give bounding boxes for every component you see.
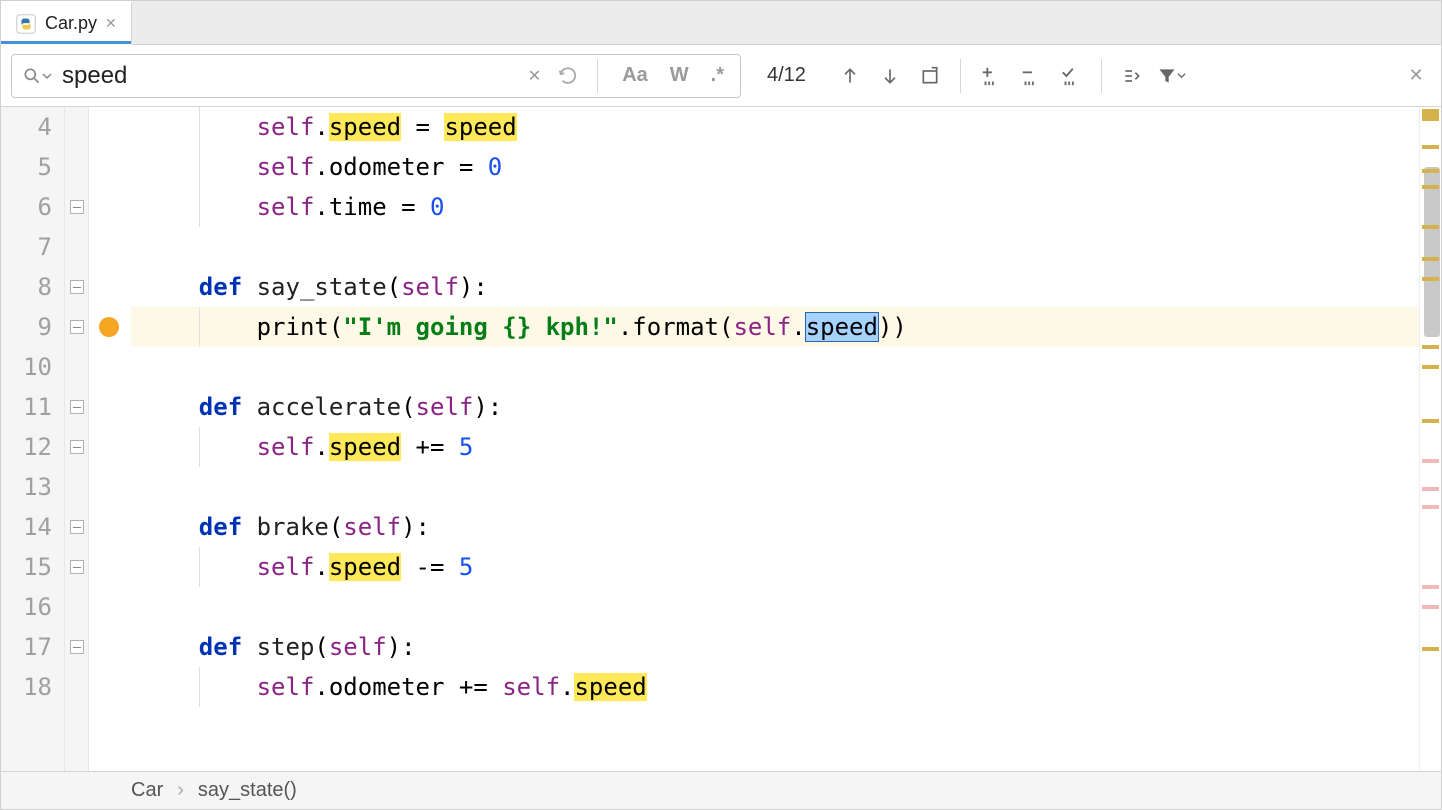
line-number: 7 [1,227,52,267]
marker-match[interactable] [1422,257,1439,261]
code-line[interactable] [131,227,1419,267]
line-number: 14 [1,507,52,547]
line-number: 4 [1,107,52,147]
code-editor[interactable]: 456789101112131415161718 self.speed = sp… [1,107,1441,771]
code-line[interactable]: self.speed = speed [131,107,1419,147]
tab-bar: Car.py ✕ [1,1,1441,45]
toggle-filter-panel-icon[interactable] [1114,58,1150,94]
clear-search-icon[interactable]: ✕ [528,66,541,86]
marker-match[interactable] [1422,647,1439,651]
search-match: speed [806,313,878,341]
code-area[interactable]: self.speed = speed self.odometer = 0 sel… [131,107,1419,771]
match-count: 4/12 [745,64,828,87]
line-number: 17 [1,627,52,667]
add-selection-icon[interactable] [973,58,1009,94]
code-line[interactable]: def step(self): [131,627,1419,667]
search-match: speed [329,113,401,141]
fold-gutter[interactable] [65,107,89,771]
scrollbar-thumb[interactable] [1424,167,1440,337]
code-line[interactable]: def accelerate(self): [131,387,1419,427]
marker-warning[interactable] [1422,585,1439,589]
select-all-icon[interactable] [1053,58,1089,94]
search-match: speed [444,113,516,141]
search-match: speed [329,433,401,461]
marker-warning[interactable] [1422,459,1439,463]
code-line[interactable]: self.odometer += self.speed [131,667,1419,707]
line-number: 9 [1,307,52,347]
chevron-right-icon: › [177,779,184,802]
python-file-icon [15,13,37,35]
line-number: 18 [1,667,52,707]
code-line[interactable]: def say_state(self): [131,267,1419,307]
marker-warning[interactable] [1422,505,1439,509]
fold-handle-icon[interactable] [70,560,84,574]
marker-warning[interactable] [1422,487,1439,491]
breadcrumb-bar: Car › say_state() [1,771,1441,809]
marker-match[interactable] [1422,225,1439,229]
select-all-occurrences-icon[interactable] [912,58,948,94]
intention-bulb-icon[interactable] [99,317,119,337]
code-line[interactable] [131,347,1419,387]
search-icon[interactable] [22,66,52,86]
marker-match[interactable] [1422,109,1439,121]
line-number: 12 [1,427,52,467]
line-number: 10 [1,347,52,387]
search-input-wrap: ✕ Aa W .* [11,54,741,98]
remove-selection-icon[interactable] [1013,58,1049,94]
editor-tab[interactable]: Car.py ✕ [1,1,132,45]
line-number: 13 [1,467,52,507]
tab-filename: Car.py [45,13,97,34]
match-case-toggle[interactable]: Aa [616,64,654,87]
breadcrumb-item[interactable]: say_state() [198,779,297,802]
find-bar: ✕ Aa W .* 4/12 ✕ [1,45,1441,107]
fold-handle-icon[interactable] [70,200,84,214]
search-match: speed [574,673,646,701]
breadcrumb-item[interactable]: Car [131,779,163,802]
fold-handle-icon[interactable] [70,520,84,534]
code-line[interactable] [131,467,1419,507]
marker-match[interactable] [1422,345,1439,349]
line-number: 15 [1,547,52,587]
marker-warning[interactable] [1422,605,1439,609]
fold-handle-icon[interactable] [70,440,84,454]
fold-handle-icon[interactable] [70,320,84,334]
code-line[interactable]: print("I'm going {} kph!".format(self.sp… [131,307,1419,347]
next-match-icon[interactable] [872,58,908,94]
fold-handle-icon[interactable] [70,640,84,654]
marker-match[interactable] [1422,277,1439,281]
code-line[interactable]: self.odometer = 0 [131,147,1419,187]
code-line[interactable] [131,587,1419,627]
filter-icon[interactable] [1154,58,1190,94]
marker-match[interactable] [1422,185,1439,189]
marker-strip[interactable] [1419,107,1441,771]
search-match: speed [329,553,401,581]
prev-match-icon[interactable] [832,58,868,94]
line-number: 8 [1,267,52,307]
line-number-gutter: 456789101112131415161718 [1,107,65,771]
search-history-icon[interactable] [557,65,579,87]
code-line[interactable]: self.speed -= 5 [131,547,1419,587]
line-number: 6 [1,187,52,227]
line-number: 11 [1,387,52,427]
close-tab-icon[interactable]: ✕ [105,15,117,32]
marker-match[interactable] [1422,419,1439,423]
code-line[interactable]: self.speed += 5 [131,427,1419,467]
close-find-bar-icon[interactable]: ✕ [1401,65,1431,86]
code-line[interactable]: self.time = 0 [131,187,1419,227]
marker-match[interactable] [1422,365,1439,369]
marker-match[interactable] [1422,169,1439,173]
code-line[interactable]: def brake(self): [131,507,1419,547]
search-input[interactable] [62,62,518,90]
whole-words-toggle[interactable]: W [664,64,695,87]
line-number: 16 [1,587,52,627]
fold-handle-icon[interactable] [70,400,84,414]
line-number: 5 [1,147,52,187]
fold-handle-icon[interactable] [70,280,84,294]
marker-match[interactable] [1422,145,1439,149]
regex-toggle[interactable]: .* [705,64,730,87]
icon-gutter [89,107,131,771]
